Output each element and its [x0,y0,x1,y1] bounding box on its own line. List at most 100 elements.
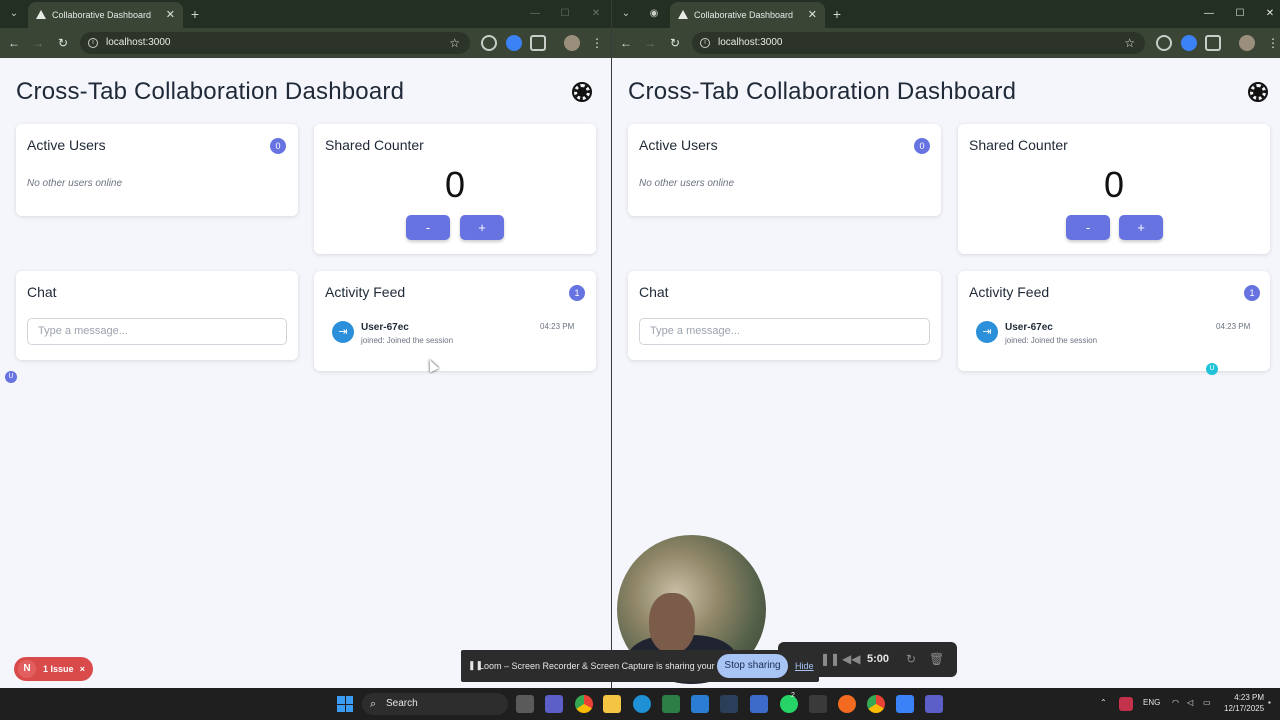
file-explorer-icon[interactable] [603,695,621,713]
battery-icon[interactable]: ▭ [1203,698,1211,707]
extensions-puzzle-icon[interactable] [1205,35,1221,51]
close-issues-icon[interactable]: × [80,657,85,681]
profile-avatar[interactable] [1239,35,1255,51]
volume-icon[interactable]: ◁ [1187,698,1193,707]
whatsapp-icon[interactable] [780,695,798,713]
teams-icon[interactable] [925,695,943,713]
close-window-button[interactable]: ✕ [586,4,606,24]
profile-avatar[interactable] [564,35,580,51]
vercel-favicon-icon [678,10,688,19]
hide-link[interactable]: Hide [795,661,814,671]
tray-app-icon[interactable] [1119,697,1133,711]
issue-count-label: 1 Issue [43,664,74,674]
vscode-icon[interactable] [691,695,709,713]
extension-badge-icon[interactable] [1181,35,1197,51]
tab-strip: ⌄ ◉ Collaborative Dashboard ✕ + — ☐ ✕ [612,0,1280,28]
extensions-puzzle-icon[interactable] [530,35,546,51]
clock-date: 12/17/2025 [1224,704,1265,713]
card-title: Activity Feed [325,284,406,300]
wifi-icon[interactable]: ◠ [1172,698,1179,707]
task-view-icon[interactable] [516,695,534,713]
tab-search-icon[interactable]: ⌄ [4,4,24,24]
tab-collaborative-dashboard[interactable]: Collaborative Dashboard ✕ [28,2,183,28]
new-tab-button[interactable]: + [185,4,205,24]
tray-chevron-icon[interactable]: ⌃ [1100,698,1107,707]
forward-icon[interactable]: → [28,33,48,53]
extension-badge-icon[interactable] [506,35,522,51]
issues-badge[interactable]: N 1 Issue × [14,657,93,681]
reload-icon[interactable]: ↻ [665,33,685,53]
restart-icon[interactable]: ↻ [906,652,916,666]
back-icon[interactable]: ← [616,33,636,53]
address-bar[interactable]: i localhost:3000 ☆ [80,32,470,54]
chat-message-input[interactable]: Type a message... [27,318,287,345]
chat-message-input[interactable]: Type a message... [639,318,930,345]
terminal-icon[interactable] [809,695,827,713]
taskbar-search[interactable]: ⌕ Search [362,693,508,715]
teams-meet-icon[interactable] [545,695,563,713]
whatsapp-badge: 2 [791,692,795,699]
chrome-profile-icon[interactable] [867,695,885,713]
increment-button[interactable]: + [1119,215,1163,240]
steam-icon[interactable] [720,695,738,713]
page-title: Cross-Tab Collaboration Dashboard [628,78,1017,105]
shared-counter-card: Shared Counter 0 - + [958,124,1270,254]
theme-toggle-icon[interactable] [1248,82,1268,102]
activity-user: User-67ec [1005,322,1053,333]
decrement-button[interactable]: - [406,215,450,240]
tab-collaborative-dashboard[interactable]: Collaborative Dashboard ✕ [670,2,825,28]
minimize-button[interactable]: — [525,4,545,24]
forward-icon[interactable]: → [640,33,660,53]
trash-icon[interactable]: 🗑 [929,652,944,666]
close-window-button[interactable]: ✕ [1260,4,1280,24]
store-icon[interactable] [662,695,680,713]
taskbar-clock[interactable]: 4:23 PM 12/17/2025 [1224,692,1264,714]
theme-toggle-icon[interactable] [572,82,592,102]
stop-sharing-button[interactable]: Stop sharing [717,654,788,678]
menu-kebab-icon[interactable]: ⋮ [587,33,607,53]
new-tab-button[interactable]: + [827,4,847,24]
url-text: localhost:3000 [106,37,171,48]
site-info-icon[interactable]: i [88,38,98,48]
bookmark-star-icon[interactable]: ☆ [1124,32,1135,54]
extension-icon[interactable] [1156,35,1172,51]
notification-icon[interactable]: ▪ [1268,698,1271,707]
windows-taskbar: ⌕ Search 2 ⌃ ENG ◠ ◁ ▭ 4:23 PM 12/17/202… [0,688,1280,720]
chrome-icon[interactable] [575,695,593,713]
browser-window-left: ⌄ Collaborative Dashboard ✕ + — ☐ ✕ ← → … [0,0,611,688]
close-tab-icon[interactable]: ✕ [166,2,175,28]
join-icon: ⇥ [332,321,354,343]
card-title: Shared Counter [969,137,1068,153]
address-bar[interactable]: i localhost:3000 ☆ [692,32,1145,54]
reload-icon[interactable]: ↻ [53,33,73,53]
edge-icon[interactable] [633,695,651,713]
pause-icon[interactable]: ❚❚ [820,652,840,666]
language-indicator[interactable]: ENG [1143,698,1160,707]
page-title: Cross-Tab Collaboration Dashboard [16,78,405,105]
increment-button[interactable]: + [460,215,504,240]
defender-icon[interactable] [750,695,768,713]
maximize-button[interactable]: ☐ [1230,4,1250,24]
windows-start-icon[interactable] [337,696,353,712]
minimize-button[interactable]: — [1199,4,1219,24]
recording-icon[interactable]: ◉ [644,4,664,24]
bookmark-star-icon[interactable]: ☆ [449,32,460,54]
chat-card: Chat Type a message... [16,271,298,360]
page-content: Cross-Tab Collaboration Dashboard Active… [0,58,611,688]
notepad-icon[interactable] [896,695,914,713]
extension-icon[interactable] [481,35,497,51]
site-info-icon[interactable]: i [700,38,710,48]
dev-indicator[interactable]: U [1206,363,1218,375]
close-tab-icon[interactable]: ✕ [808,2,817,28]
dev-indicator[interactable]: U [5,371,17,383]
tab-search-icon[interactable]: ⌄ [616,4,636,24]
activity-description: joined: Joined the session [361,336,454,345]
maximize-button[interactable]: ☐ [555,4,575,24]
decrement-button[interactable]: - [1066,215,1110,240]
rewind-icon[interactable]: ◀◀ [842,652,860,666]
back-icon[interactable]: ← [4,33,24,53]
menu-kebab-icon[interactable]: ⋮ [1263,33,1280,53]
no-users-text: No other users online [27,178,123,189]
postman-icon[interactable] [838,695,856,713]
counter-value: 0 [1103,164,1125,205]
